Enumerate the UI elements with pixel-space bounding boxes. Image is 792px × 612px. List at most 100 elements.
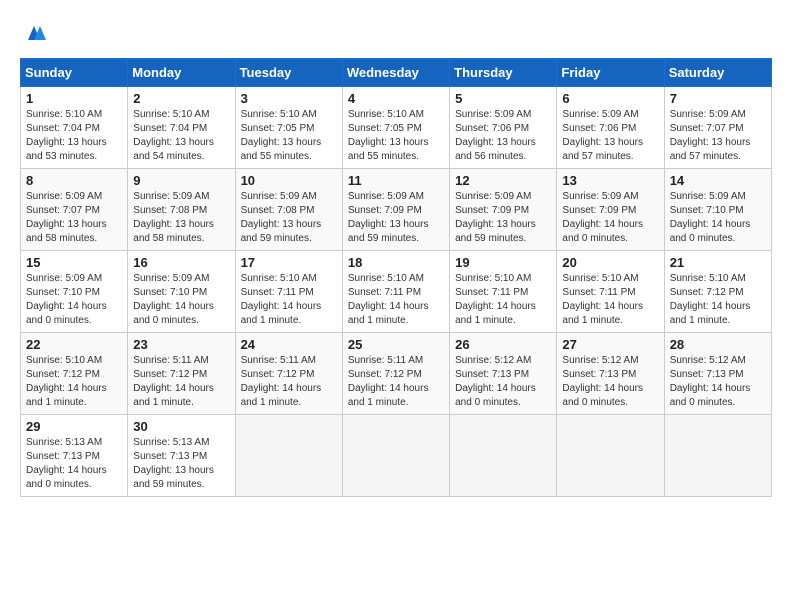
- day-info: Sunrise: 5:12 AMSunset: 7:13 PMDaylight:…: [670, 354, 766, 410]
- logo: [20, 20, 52, 48]
- day-info: Sunrise: 5:09 AMSunset: 7:07 PMDaylight:…: [26, 190, 122, 246]
- calendar-cell: 18 Sunrise: 5:10 AMSunset: 7:11 PMDayligh…: [342, 251, 449, 333]
- day-info: Sunrise: 5:11 AMSunset: 7:12 PMDaylight:…: [241, 354, 337, 410]
- day-number: 11: [348, 173, 444, 188]
- calendar-cell: 20Sunrise: 5:10 AMSunset: 7:11 PMDayligh…: [557, 251, 664, 333]
- weekday-header: Tuesday: [235, 59, 342, 87]
- day-info: Sunrise: 5:12 AMSunset: 7:13 PMDaylight:…: [562, 354, 658, 410]
- calendar-cell: 27 Sunrise: 5:12 AMSunset: 7:13 PMDayligh…: [557, 333, 664, 415]
- day-number: 28: [670, 337, 766, 352]
- day-info: Sunrise: 5:09 AMSunset: 7:08 PMDaylight:…: [241, 190, 337, 246]
- day-number: 3: [241, 91, 337, 106]
- day-number: 18: [348, 255, 444, 270]
- day-info: Sunrise: 5:10 AMSunset: 7:05 PMDaylight:…: [348, 108, 444, 164]
- day-info: Sunrise: 5:10 AMSunset: 7:11 PMDaylight:…: [455, 272, 551, 328]
- calendar-cell: 29 Sunrise: 5:13 AMSunset: 7:13 PMDayligh…: [21, 415, 128, 497]
- day-info: Sunrise: 5:09 AMSunset: 7:09 PMDaylight:…: [455, 190, 551, 246]
- calendar-week-row: 15 Sunrise: 5:09 AMSunset: 7:10 PMDayligh…: [21, 251, 772, 333]
- day-info: Sunrise: 5:09 AMSunset: 7:08 PMDaylight:…: [133, 190, 229, 246]
- day-number: 24: [241, 337, 337, 352]
- calendar-cell: 30 Sunrise: 5:13 AMSunset: 7:13 PMDayligh…: [128, 415, 235, 497]
- weekday-header: Sunday: [21, 59, 128, 87]
- day-number: 8: [26, 173, 122, 188]
- day-number: 16: [133, 255, 229, 270]
- day-info: Sunrise: 5:09 AMSunset: 7:07 PMDaylight:…: [670, 108, 766, 164]
- day-number: 9: [133, 173, 229, 188]
- day-number: 14: [670, 173, 766, 188]
- day-info: Sunrise: 5:10 AMSunset: 7:12 PMDaylight:…: [670, 272, 766, 328]
- calendar-cell: 6 Sunrise: 5:09 AMSunset: 7:06 PMDaylight…: [557, 87, 664, 169]
- day-info: Sunrise: 5:10 AMSunset: 7:11 PMDaylight:…: [241, 272, 337, 328]
- calendar-cell: 23 Sunrise: 5:11 AMSunset: 7:12 PMDayligh…: [128, 333, 235, 415]
- calendar-cell: 4Sunrise: 5:10 AMSunset: 7:05 PMDaylight…: [342, 87, 449, 169]
- day-number: 5: [455, 91, 551, 106]
- calendar-cell: 25 Sunrise: 5:11 AMSunset: 7:12 PMDayligh…: [342, 333, 449, 415]
- day-number: 10: [241, 173, 337, 188]
- day-number: 27: [562, 337, 658, 352]
- day-number: 22: [26, 337, 122, 352]
- day-number: 29: [26, 419, 122, 434]
- day-number: 13: [562, 173, 658, 188]
- logo-icon: [20, 20, 48, 48]
- day-info: Sunrise: 5:09 AMSunset: 7:10 PMDaylight:…: [670, 190, 766, 246]
- calendar-cell: 15 Sunrise: 5:09 AMSunset: 7:10 PMDayligh…: [21, 251, 128, 333]
- calendar-cell: 24 Sunrise: 5:11 AMSunset: 7:12 PMDayligh…: [235, 333, 342, 415]
- day-info: Sunrise: 5:09 AMSunset: 7:09 PMDaylight:…: [348, 190, 444, 246]
- weekday-header: Saturday: [664, 59, 771, 87]
- day-number: 25: [348, 337, 444, 352]
- day-number: 30: [133, 419, 229, 434]
- calendar-cell: 28 Sunrise: 5:12 AMSunset: 7:13 PMDayligh…: [664, 333, 771, 415]
- day-info: Sunrise: 5:10 AMSunset: 7:12 PMDaylight:…: [26, 354, 122, 410]
- calendar-cell: 13 Sunrise: 5:09 AMSunset: 7:09 PMDayligh…: [557, 169, 664, 251]
- day-info: Sunrise: 5:09 AMSunset: 7:10 PMDaylight:…: [133, 272, 229, 328]
- day-number: 15: [26, 255, 122, 270]
- calendar-week-row: 1 Sunrise: 5:10 AMSunset: 7:04 PMDaylight…: [21, 87, 772, 169]
- calendar-header-row: SundayMondayTuesdayWednesdayThursdayFrid…: [21, 59, 772, 87]
- day-info: Sunrise: 5:11 AMSunset: 7:12 PMDaylight:…: [348, 354, 444, 410]
- day-info: Sunrise: 5:09 AMSunset: 7:06 PMDaylight:…: [562, 108, 658, 164]
- calendar-cell: [557, 415, 664, 497]
- calendar-cell: 22 Sunrise: 5:10 AMSunset: 7:12 PMDayligh…: [21, 333, 128, 415]
- calendar-cell: 21Sunrise: 5:10 AMSunset: 7:12 PMDayligh…: [664, 251, 771, 333]
- calendar-cell: 1 Sunrise: 5:10 AMSunset: 7:04 PMDaylight…: [21, 87, 128, 169]
- day-info: Sunrise: 5:10 AMSunset: 7:04 PMDaylight:…: [133, 108, 229, 164]
- day-number: 2: [133, 91, 229, 106]
- day-info: Sunrise: 5:09 AMSunset: 7:09 PMDaylight:…: [562, 190, 658, 246]
- calendar-cell: 7 Sunrise: 5:09 AMSunset: 7:07 PMDaylight…: [664, 87, 771, 169]
- page-header: [20, 20, 772, 48]
- weekday-header: Friday: [557, 59, 664, 87]
- weekday-header: Monday: [128, 59, 235, 87]
- calendar-cell: 3Sunrise: 5:10 AMSunset: 7:05 PMDaylight…: [235, 87, 342, 169]
- weekday-header: Wednesday: [342, 59, 449, 87]
- calendar-cell: [664, 415, 771, 497]
- day-number: 20: [562, 255, 658, 270]
- calendar-table: SundayMondayTuesdayWednesdayThursdayFrid…: [20, 58, 772, 497]
- day-number: 17: [241, 255, 337, 270]
- day-number: 19: [455, 255, 551, 270]
- day-number: 7: [670, 91, 766, 106]
- day-info: Sunrise: 5:10 AMSunset: 7:04 PMDaylight:…: [26, 108, 122, 164]
- calendar-cell: 5 Sunrise: 5:09 AMSunset: 7:06 PMDaylight…: [450, 87, 557, 169]
- calendar-cell: 17 Sunrise: 5:10 AMSunset: 7:11 PMDayligh…: [235, 251, 342, 333]
- day-info: Sunrise: 5:11 AMSunset: 7:12 PMDaylight:…: [133, 354, 229, 410]
- day-info: Sunrise: 5:09 AMSunset: 7:10 PMDaylight:…: [26, 272, 122, 328]
- day-info: Sunrise: 5:13 AMSunset: 7:13 PMDaylight:…: [133, 436, 229, 492]
- day-info: Sunrise: 5:12 AMSunset: 7:13 PMDaylight:…: [455, 354, 551, 410]
- weekday-header: Thursday: [450, 59, 557, 87]
- calendar-cell: 10 Sunrise: 5:09 AMSunset: 7:08 PMDayligh…: [235, 169, 342, 251]
- calendar-cell: [235, 415, 342, 497]
- calendar-cell: 16 Sunrise: 5:09 AMSunset: 7:10 PMDayligh…: [128, 251, 235, 333]
- calendar-cell: 11 Sunrise: 5:09 AMSunset: 7:09 PMDayligh…: [342, 169, 449, 251]
- calendar-cell: 8 Sunrise: 5:09 AMSunset: 7:07 PMDaylight…: [21, 169, 128, 251]
- day-number: 6: [562, 91, 658, 106]
- day-info: Sunrise: 5:10 AMSunset: 7:11 PMDaylight:…: [348, 272, 444, 328]
- calendar-week-row: 22 Sunrise: 5:10 AMSunset: 7:12 PMDayligh…: [21, 333, 772, 415]
- calendar-cell: 9 Sunrise: 5:09 AMSunset: 7:08 PMDaylight…: [128, 169, 235, 251]
- day-info: Sunrise: 5:13 AMSunset: 7:13 PMDaylight:…: [26, 436, 122, 492]
- day-number: 23: [133, 337, 229, 352]
- calendar-cell: 19 Sunrise: 5:10 AMSunset: 7:11 PMDayligh…: [450, 251, 557, 333]
- calendar-cell: 2 Sunrise: 5:10 AMSunset: 7:04 PMDaylight…: [128, 87, 235, 169]
- day-number: 1: [26, 91, 122, 106]
- day-number: 12: [455, 173, 551, 188]
- day-info: Sunrise: 5:09 AMSunset: 7:06 PMDaylight:…: [455, 108, 551, 164]
